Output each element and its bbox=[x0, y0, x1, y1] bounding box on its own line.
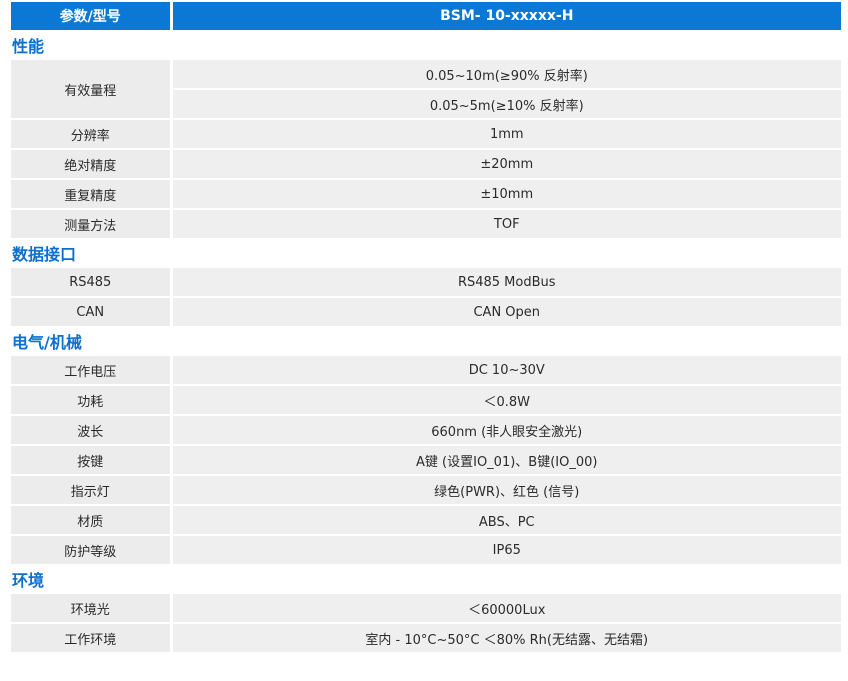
table-row: RS485 RS485 ModBus bbox=[11, 268, 841, 297]
table-row: 环境光 ＜60000Lux bbox=[11, 594, 841, 623]
row-label: 功耗 bbox=[11, 384, 173, 415]
row-value: IP65 bbox=[171, 534, 841, 564]
table-row: 指示灯 绿色(PWR)、红色 (信号) bbox=[11, 474, 841, 505]
row-label: 波长 bbox=[11, 414, 173, 445]
row-label: 分辨率 bbox=[11, 118, 173, 149]
section-performance: 性能 bbox=[11, 30, 841, 60]
section-title: 性能 bbox=[11, 30, 841, 60]
row-value: 0.05~5m(≥10% 反射率) bbox=[171, 88, 841, 119]
table-row: 工作电压 DC 10~30V bbox=[11, 356, 841, 385]
model-header: BSM- 10-xxxxx-H bbox=[171, 0, 841, 30]
row-label: 环境光 bbox=[11, 594, 173, 623]
row-label: 绝对精度 bbox=[11, 148, 173, 179]
row-label: RS485 bbox=[11, 268, 173, 297]
section-title: 数据接口 bbox=[11, 238, 841, 268]
row-value: 1mm bbox=[171, 118, 841, 149]
row-value: DC 10~30V bbox=[171, 356, 841, 385]
table-row: 测量方法 TOF bbox=[11, 208, 841, 238]
row-value: CAN Open bbox=[171, 296, 841, 326]
table-row: 按键 A键 (设置IO_01)、B键(IO_00) bbox=[11, 444, 841, 475]
spec-sheet: 参数/型号 BSM- 10-xxxxx-H 性能 有效量程 0.05~10m(≥… bbox=[0, 0, 848, 681]
table-header-row: 参数/型号 BSM- 10-xxxxx-H bbox=[11, 0, 841, 30]
row-label: 按键 bbox=[11, 444, 173, 475]
spec-table: 参数/型号 BSM- 10-xxxxx-H 性能 有效量程 0.05~10m(≥… bbox=[11, 0, 841, 652]
table-row: 有效量程 0.05~10m(≥90% 反射率) bbox=[11, 60, 841, 119]
row-value: ABS、PC bbox=[171, 504, 841, 535]
table-row: 材质 ABS、PC bbox=[11, 504, 841, 535]
section-electrical: 电气/机械 bbox=[11, 326, 841, 356]
row-label: CAN bbox=[11, 296, 173, 326]
table-row: 重复精度 ±10mm bbox=[11, 178, 841, 209]
row-label: 指示灯 bbox=[11, 474, 173, 505]
row-value: ＜60000Lux bbox=[171, 594, 841, 623]
table-row: 分辨率 1mm bbox=[11, 118, 841, 149]
row-label: 材质 bbox=[11, 504, 173, 535]
row-value: 0.05~10m(≥90% 反射率) bbox=[171, 60, 841, 89]
row-label: 工作电压 bbox=[11, 356, 173, 385]
section-interface: 数据接口 bbox=[11, 238, 841, 268]
row-value: ±20mm bbox=[171, 148, 841, 179]
row-value: ＜0.8W bbox=[171, 384, 841, 415]
row-label: 测量方法 bbox=[11, 208, 173, 238]
section-title: 环境 bbox=[11, 564, 841, 594]
row-value: ±10mm bbox=[171, 178, 841, 209]
row-label: 重复精度 bbox=[11, 178, 173, 209]
row-label: 防护等级 bbox=[11, 534, 173, 564]
table-row: CAN CAN Open bbox=[11, 296, 841, 326]
row-value: RS485 ModBus bbox=[171, 268, 841, 297]
table-row: 防护等级 IP65 bbox=[11, 534, 841, 564]
row-label: 工作环境 bbox=[11, 622, 173, 652]
section-title: 电气/机械 bbox=[11, 326, 841, 356]
table-row: 绝对精度 ±20mm bbox=[11, 148, 841, 179]
table-row: 波长 660nm (非人眼安全激光) bbox=[11, 414, 841, 445]
table-row: 工作环境 室内 - 10°C~50°C ＜80% Rh(无结露、无结霜) bbox=[11, 622, 841, 652]
row-value: 室内 - 10°C~50°C ＜80% Rh(无结露、无结霜) bbox=[171, 622, 841, 652]
row-value: 660nm (非人眼安全激光) bbox=[171, 414, 841, 445]
row-label: 有效量程 bbox=[11, 60, 173, 119]
table-row: 功耗 ＜0.8W bbox=[11, 384, 841, 415]
row-value: A键 (设置IO_01)、B键(IO_00) bbox=[171, 444, 841, 475]
section-environment: 环境 bbox=[11, 564, 841, 594]
param-header: 参数/型号 bbox=[11, 0, 173, 30]
row-value: TOF bbox=[171, 208, 841, 238]
row-value: 绿色(PWR)、红色 (信号) bbox=[171, 474, 841, 505]
